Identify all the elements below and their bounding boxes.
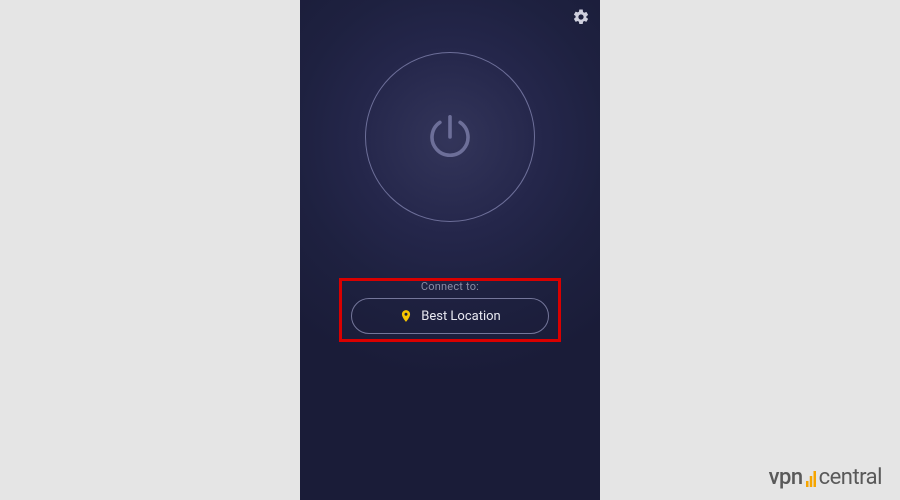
watermark-logo: vpn central [769,465,882,490]
power-button[interactable] [365,52,535,222]
watermark-part2: central [819,465,882,490]
connect-to-label: Connect to: [300,280,600,293]
vpn-app-screen: Connect to: Best Location [300,0,600,500]
location-selector-button[interactable]: Best Location [351,298,549,334]
gear-icon[interactable] [572,8,590,26]
location-name: Best Location [421,309,500,324]
location-pin-icon [399,307,413,325]
watermark-part1: vpn [769,465,803,490]
signal-icon [806,467,816,489]
power-icon [423,110,477,164]
